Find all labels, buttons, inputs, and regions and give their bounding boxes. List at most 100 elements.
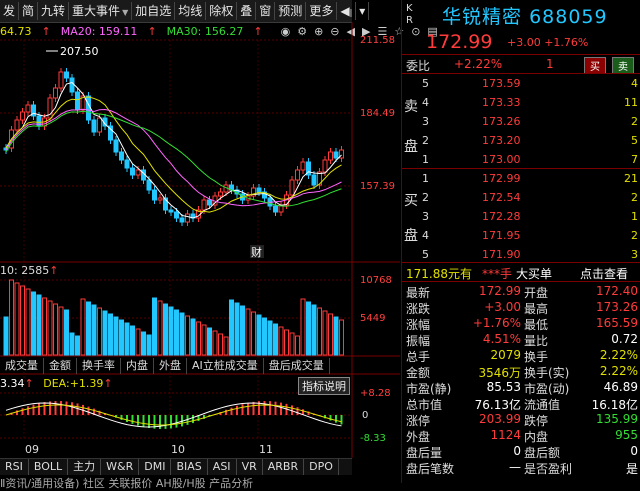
- candle-body: [124, 159, 130, 169]
- volume-bar: [207, 327, 212, 356]
- candle-body: [130, 167, 135, 176]
- volume-bar: [333, 316, 339, 356]
- bid-row-3[interactable]: 3 172.28 1: [402, 207, 640, 226]
- stat-value: +3.00: [484, 300, 521, 314]
- candle-body: [185, 213, 190, 223]
- volume-bar: [64, 309, 69, 356]
- stat-value: 4.51%: [482, 332, 521, 346]
- tab-turnover[interactable]: 换手率: [77, 358, 121, 374]
- bid-price: 172.54: [482, 191, 521, 204]
- volume-bar: [86, 301, 91, 356]
- bid-volume: 2: [631, 191, 638, 204]
- indicator-tabs: RSI BOLL 主力 W&R DMI BIAS ASI VR ARBR DPO: [0, 458, 352, 475]
- ask-row-5[interactable]: 5 173.59 4: [402, 74, 640, 93]
- ask-volume: 11: [624, 96, 638, 109]
- bottom-subtabs[interactable]: Ⅱ资讯/通用设备) 社区 关联报价 AH股/H股 产品分析: [0, 475, 352, 491]
- kr-r: R: [406, 15, 413, 26]
- volume-bar: [339, 319, 344, 356]
- tab-dmi[interactable]: DMI: [139, 459, 172, 475]
- high-annotation-label: 207.50: [60, 45, 99, 58]
- tab-boll[interactable]: BOLL: [29, 459, 69, 475]
- sell-button[interactable]: 卖: [612, 57, 634, 74]
- tab-amount[interactable]: 金额: [44, 358, 77, 374]
- ask-row-2[interactable]: 2 173.20 5: [402, 131, 640, 150]
- tab-vr[interactable]: VR: [237, 459, 263, 475]
- macd-label: 3.34↑ DEA:+1.39↑: [0, 377, 113, 390]
- candle-body: [97, 117, 102, 133]
- tab-arbr[interactable]: ARBR: [263, 459, 305, 475]
- date-label-10: 10: [171, 443, 185, 456]
- volume-bar: [256, 314, 262, 356]
- price-axis-top: 211.58: [360, 35, 395, 46]
- tab-volume[interactable]: 成交量: [0, 358, 44, 374]
- bid-level: 4: [422, 229, 429, 242]
- stat-value: 135.99: [596, 412, 638, 426]
- volume-axis-top: 10768: [360, 275, 392, 286]
- stat-label: 盘后笔数: [406, 462, 455, 476]
- ask-price: 173.26: [482, 115, 521, 128]
- tab-rsi[interactable]: RSI: [0, 459, 29, 475]
- bid-price: 171.90: [482, 248, 521, 261]
- bid-row-4[interactable]: 4 171.95 2: [402, 226, 640, 245]
- weibi-value: +2.22%: [454, 57, 503, 71]
- stat-row: 盘后量 0 盘后额 0: [402, 443, 640, 460]
- volume-bar: [289, 332, 295, 356]
- bid-row-2[interactable]: 2 172.54 2: [402, 188, 640, 207]
- stat-value: +1.76%: [472, 316, 521, 330]
- ask-price: 173.59: [482, 77, 521, 90]
- volume-bar: [14, 282, 20, 356]
- volume-bar: [157, 300, 163, 356]
- tab-outer[interactable]: 外盘: [154, 358, 187, 374]
- ask-level: 1: [422, 153, 429, 166]
- volume-bar: [97, 307, 102, 356]
- volume-bar: [295, 335, 300, 356]
- tab-dpo[interactable]: DPO: [304, 459, 339, 475]
- stat-row: 总手 2079 换手 2.22%: [402, 347, 640, 364]
- candle-body: [91, 119, 97, 133]
- weibi-row: 委比 +2.22% 1 买 卖: [404, 56, 640, 74]
- tab-bias[interactable]: BIAS: [171, 459, 208, 475]
- stat-value: 172.40: [596, 284, 638, 298]
- stat-value: —: [509, 460, 521, 474]
- volume-bar: [58, 306, 64, 356]
- tab-main-force[interactable]: 主力: [68, 459, 102, 475]
- ask-volume: 4: [631, 77, 638, 90]
- bid-row-1[interactable]: 1 172.99 21: [402, 169, 640, 188]
- volume-bar: [91, 304, 97, 356]
- indicator-help-button[interactable]: 指标说明: [298, 377, 350, 395]
- up-arrow-icon: ↑: [103, 377, 113, 390]
- kr-k: K: [406, 3, 413, 14]
- buy-button[interactable]: 买: [584, 57, 606, 74]
- volume-bar: [163, 303, 168, 356]
- stock-title: 华锐精密 688059: [442, 2, 608, 29]
- tab-afterhours-volume[interactable]: 盘后成交量: [264, 358, 330, 374]
- volume-bar: [119, 319, 124, 356]
- candle-body: [174, 211, 179, 219]
- weicha-value: 1: [546, 57, 554, 71]
- date-label-11: 11: [259, 443, 273, 456]
- volume-bar: [31, 291, 36, 356]
- big-order-link[interactable]: 点击查看: [580, 265, 628, 282]
- stat-row: 涨幅 +1.76% 最低 165.59: [402, 315, 640, 332]
- ask-row-1[interactable]: 1 173.00 7: [402, 150, 640, 169]
- stat-row: 最新 172.99 开盘 172.40: [402, 283, 640, 300]
- stat-row: 涨跌 +3.00 最高 173.26: [402, 299, 640, 316]
- tab-wr[interactable]: W&R: [101, 459, 140, 475]
- up-arrow-icon: ↑: [49, 264, 59, 277]
- candle-body: [152, 189, 157, 201]
- ask-row-4[interactable]: 4 173.33 11: [402, 93, 640, 112]
- bid-price: 172.28: [482, 210, 521, 223]
- volume-bar: [20, 285, 25, 356]
- volume-bar: [212, 330, 218, 356]
- macd-axis-mid: 0: [362, 410, 369, 421]
- stat-row: 外盘 1124 内盘 955: [402, 427, 640, 444]
- ask-volume: 7: [631, 153, 638, 166]
- volume-bar: [306, 301, 311, 356]
- volume-bar: [108, 313, 113, 356]
- macd-dea: +1.39: [69, 377, 104, 390]
- tab-ai-volume[interactable]: AI立桩成交量: [187, 358, 264, 374]
- tab-inner[interactable]: 内盘: [121, 358, 154, 374]
- tab-asi[interactable]: ASI: [208, 459, 237, 475]
- ask-row-3[interactable]: 3 173.26 2: [402, 112, 640, 131]
- stat-value: 2079: [490, 348, 521, 362]
